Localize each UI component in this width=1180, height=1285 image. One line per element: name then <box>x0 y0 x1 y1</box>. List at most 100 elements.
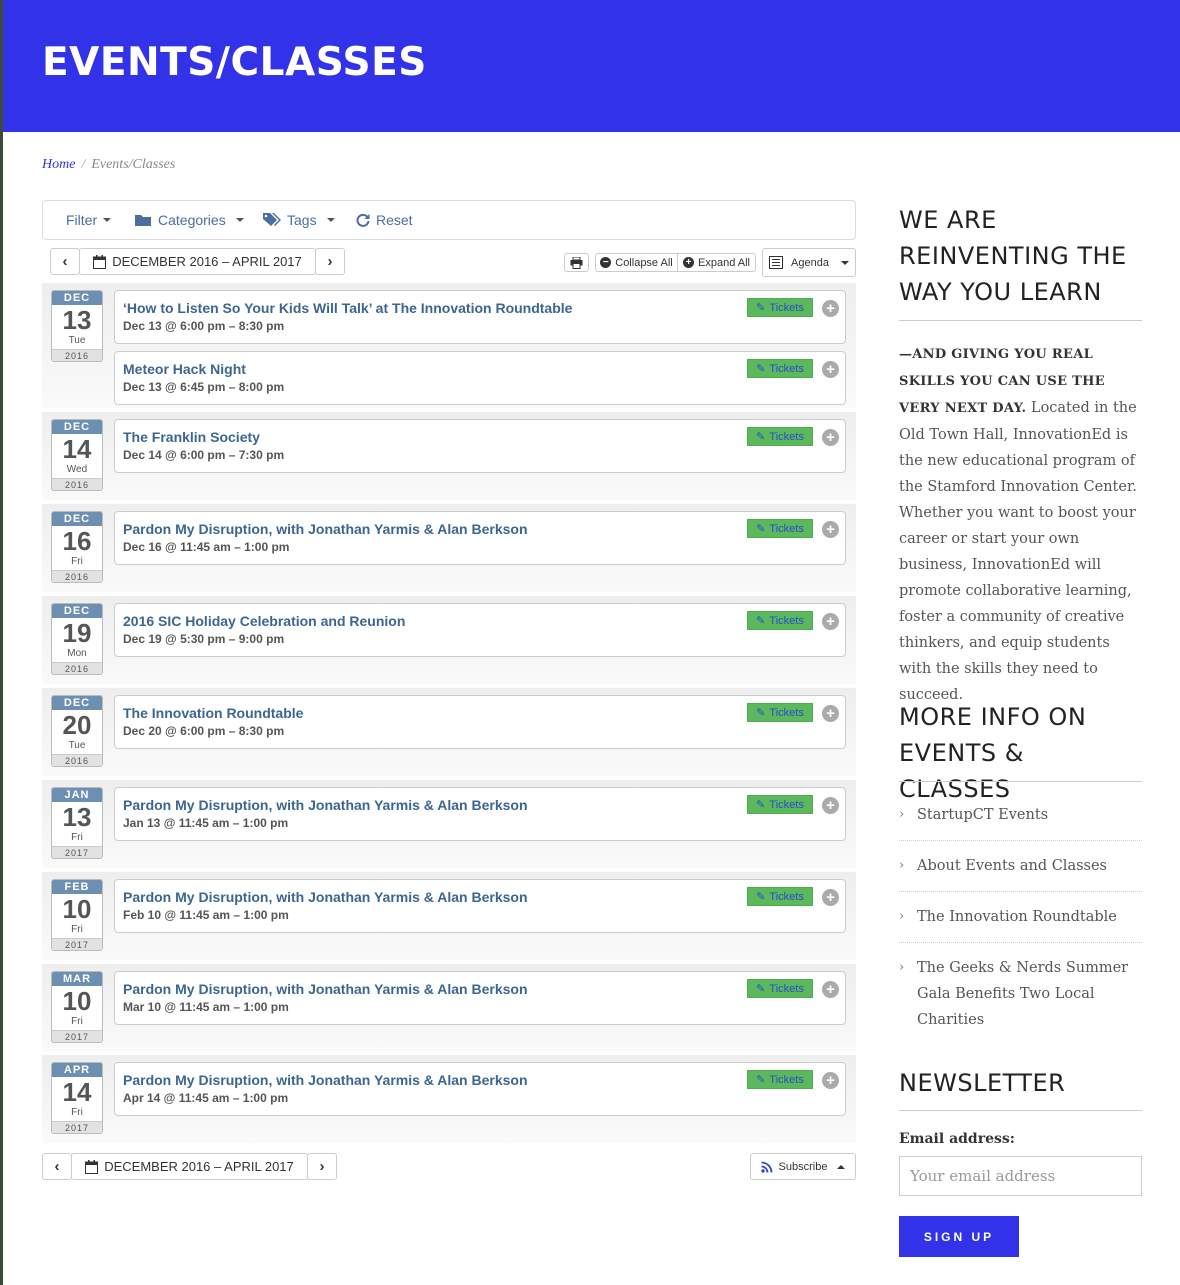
date-weekday: Tue <box>68 335 86 346</box>
expand-event-icon[interactable]: + <box>822 613 839 630</box>
next-range-button[interactable]: › <box>307 1153 337 1180</box>
event-title[interactable]: Pardon My Disruption, with Jonathan Yarm… <box>123 889 528 905</box>
event-item[interactable]: 2016 SIC Holiday Celebration and Reunion… <box>114 603 846 657</box>
sidebar-link-label: The Innovation Roundtable <box>917 909 1117 925</box>
expand-event-icon[interactable]: + <box>822 889 839 906</box>
tickets-button[interactable]: ✎ Tickets <box>747 359 813 378</box>
event-title[interactable]: Meteor Hack Night <box>123 361 246 377</box>
tickets-button[interactable]: ✎ Tickets <box>747 795 813 814</box>
agenda-day: JAN 13 Fri 2017 Pardon My Disruption, wi… <box>42 780 856 868</box>
date-range-label: DECEMBER 2016 – APRIL 2017 <box>112 254 302 269</box>
agenda-day: DEC 13 Tue 2016 ‘How to Listen So Your K… <box>42 283 856 408</box>
next-range-button[interactable]: › <box>315 248 345 275</box>
expand-event-icon[interactable]: + <box>822 361 839 378</box>
date-year: 2017 <box>52 846 102 858</box>
date-year: 2017 <box>52 1030 102 1042</box>
event-item[interactable]: Pardon My Disruption, with Jonathan Yarm… <box>114 1062 846 1116</box>
date-day: 13 <box>62 305 92 335</box>
tickets-button[interactable]: ✎ Tickets <box>747 703 813 722</box>
expand-event-icon[interactable]: + <box>822 797 839 814</box>
tickets-button[interactable]: ✎ Tickets <box>747 979 813 998</box>
email-input[interactable]: Your email address <box>899 1156 1142 1196</box>
date-badge: APR 14 Fri 2017 <box>51 1062 103 1134</box>
sidebar-link-label: The Geeks & Nerds Summer Gala Benefits T… <box>917 960 1129 1028</box>
date-year: 2016 <box>52 754 102 766</box>
tickets-button[interactable]: ✎ Tickets <box>747 887 813 906</box>
about-text: —AND GIVING YOU REAL SKILLS YOU CAN USE … <box>899 341 1142 708</box>
tickets-button[interactable]: ✎ Tickets <box>747 611 813 630</box>
tickets-button[interactable]: ✎ Tickets <box>747 298 813 317</box>
tickets-button[interactable]: ✎ Tickets <box>747 1070 813 1089</box>
sidebar-heading-newsletter: NEWSLETTER <box>899 1065 1142 1101</box>
event-item[interactable]: Pardon My Disruption, with Jonathan Yarm… <box>114 787 846 841</box>
date-day: 10 <box>62 894 92 924</box>
event-item[interactable]: ‘How to Listen So Your Kids Will Talk’ a… <box>114 290 846 344</box>
event-item[interactable]: Pardon My Disruption, with Jonathan Yarm… <box>114 511 846 565</box>
tickets-label: Tickets <box>769 430 804 443</box>
date-weekday: Fri <box>71 556 83 567</box>
print-button[interactable] <box>564 253 589 272</box>
event-time: Feb 10 @ 11:45 am – 1:00 pm <box>123 908 289 922</box>
date-weekday: Fri <box>71 924 83 935</box>
sidebar-link-label: StartupCT Events <box>917 807 1049 823</box>
event-item[interactable]: Pardon My Disruption, with Jonathan Yarm… <box>114 879 846 933</box>
expand-event-icon[interactable]: + <box>822 300 839 317</box>
divider <box>899 840 1142 841</box>
event-item[interactable]: Meteor Hack Night Dec 13 @ 6:45 pm – 8:0… <box>114 351 846 405</box>
event-title[interactable]: ‘How to Listen So Your Kids Will Talk’ a… <box>123 300 572 316</box>
subscribe-button[interactable]: Subscribe <box>750 1153 856 1180</box>
categories-dropdown[interactable]: Categories <box>135 212 244 228</box>
expand-event-icon[interactable]: + <box>822 521 839 538</box>
reset-button[interactable]: Reset <box>356 212 413 228</box>
tickets-button[interactable]: ✎ Tickets <box>747 519 813 538</box>
view-dropdown[interactable]: Agenda <box>762 248 856 277</box>
event-item[interactable]: The Innovation Roundtable Dec 20 @ 6:00 … <box>114 695 846 749</box>
date-weekday: Fri <box>71 1107 83 1118</box>
date-day: 14 <box>62 434 92 464</box>
event-title[interactable]: Pardon My Disruption, with Jonathan Yarm… <box>123 521 528 537</box>
date-badge: FEB 10 Fri 2017 <box>51 879 103 951</box>
divider <box>899 891 1142 892</box>
rss-icon <box>760 1161 772 1173</box>
date-badge: JAN 13 Fri 2017 <box>51 787 103 859</box>
tickets-label: Tickets <box>769 362 804 375</box>
event-title[interactable]: Pardon My Disruption, with Jonathan Yarm… <box>123 981 528 997</box>
event-title[interactable]: 2016 SIC Holiday Celebration and Reunion <box>123 613 405 629</box>
event-title[interactable]: Pardon My Disruption, with Jonathan Yarm… <box>123 797 528 813</box>
divider <box>899 781 1142 782</box>
sidebar-title: MORE INFO ON EVENTS & CLASSES <box>899 703 1087 803</box>
filter-dropdown[interactable]: Filter <box>66 212 112 228</box>
event-title[interactable]: The Innovation Roundtable <box>123 705 303 721</box>
page-title: EVENTS/CLASSES <box>42 40 427 85</box>
prev-range-button[interactable]: ‹ <box>50 248 80 275</box>
expand-event-icon[interactable]: + <box>822 705 839 722</box>
expand-all-button[interactable]: + Expand All <box>677 253 756 272</box>
expand-all-label: Expand All <box>698 256 750 269</box>
prev-range-button[interactable]: ‹ <box>42 1153 72 1180</box>
agenda-icon <box>769 256 784 269</box>
expand-event-icon[interactable]: + <box>822 429 839 446</box>
agenda-day: FEB 10 Fri 2017 Pardon My Disruption, wi… <box>42 872 856 960</box>
event-time: Mar 10 @ 11:45 am – 1:00 pm <box>123 1000 289 1014</box>
tickets-label: Tickets <box>769 798 804 811</box>
collapse-all-button[interactable]: − Collapse All <box>595 253 678 272</box>
date-month: FEB <box>52 880 102 894</box>
date-range-button[interactable]: DECEMBER 2016 – APRIL 2017 <box>79 248 316 275</box>
tags-dropdown[interactable]: Tags <box>263 212 335 228</box>
date-day: 14 <box>62 1077 92 1107</box>
tickets-button[interactable]: ✎ Tickets <box>747 427 813 446</box>
expand-event-icon[interactable]: + <box>822 981 839 998</box>
event-item[interactable]: Pardon My Disruption, with Jonathan Yarm… <box>114 971 846 1025</box>
event-title[interactable]: Pardon My Disruption, with Jonathan Yarm… <box>123 1072 528 1088</box>
signup-button[interactable]: SIGN UP <box>899 1216 1019 1257</box>
date-range-label: DECEMBER 2016 – APRIL 2017 <box>104 1159 294 1174</box>
event-item[interactable]: The Franklin Society Dec 14 @ 6:00 pm – … <box>114 419 846 473</box>
breadcrumb-home[interactable]: Home <box>42 157 75 172</box>
sidebar-heading-learn: WE ARE REINVENTING THE WAY YOU LEARN <box>899 202 1142 310</box>
expand-event-icon[interactable]: + <box>822 1072 839 1089</box>
date-range-button[interactable]: DECEMBER 2016 – APRIL 2017 <box>71 1153 308 1180</box>
date-day: 16 <box>62 526 92 556</box>
agenda-day: DEC 20 Tue 2016 The Innovation Roundtabl… <box>42 688 856 776</box>
event-title[interactable]: The Franklin Society <box>123 429 260 445</box>
event-time: Dec 19 @ 5:30 pm – 9:00 pm <box>123 632 285 646</box>
